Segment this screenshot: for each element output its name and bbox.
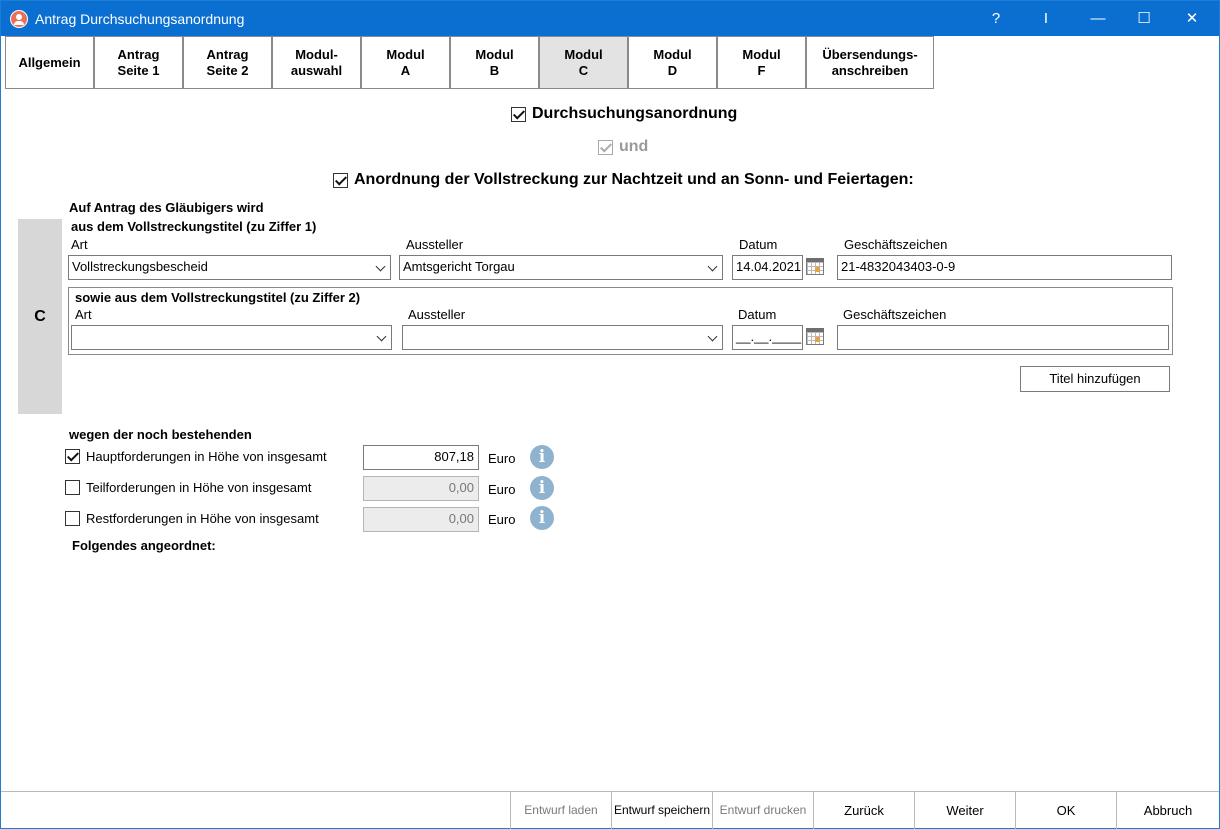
text-cursor-icon: I — [1043, 10, 1049, 27]
module-side-label: C — [18, 219, 62, 414]
window-title: Antrag Durchsuchungsanordnung — [35, 11, 245, 27]
weiter-button[interactable]: Weiter — [914, 792, 1015, 829]
durchsuchung-checkbox[interactable] — [511, 107, 526, 122]
geschaeftszeichen-label-2: Geschäftszeichen — [843, 307, 947, 322]
geschaeftszeichen-label-1: Geschäftszeichen — [844, 237, 948, 252]
help-button[interactable]: ? — [973, 1, 1019, 36]
zurueck-button[interactable]: Zurück — [813, 792, 914, 829]
datum-input-1[interactable]: 14.04.2021 — [732, 255, 803, 280]
tab-modul-d[interactable]: Modul D — [628, 36, 717, 89]
info-icon[interactable]: i — [530, 476, 554, 500]
tab-modulauswahl[interactable]: Modul- auswahl — [272, 36, 361, 89]
chevron-down-icon — [376, 331, 387, 342]
restforderungen-label: Restforderungen in Höhe von insgesamt — [86, 511, 319, 526]
aussteller-value-1: Amtsgericht Torgau — [403, 259, 515, 274]
art-label-2: Art — [75, 307, 92, 322]
info-icon[interactable]: i — [530, 506, 554, 530]
intro-text: Auf Antrag des Gläubigers wird — [69, 200, 264, 215]
teilforderungen-unit: Euro — [488, 482, 516, 497]
tab-antrag-seite-2[interactable]: Antrag Seite 2 — [183, 36, 272, 89]
chevron-down-icon — [375, 261, 386, 272]
title-bar: Antrag Durchsuchungsanordnung ? I — ☐ ✕ — [1, 1, 1219, 36]
und-checkbox — [598, 140, 613, 155]
geschaeftszeichen-input-2[interactable] — [837, 325, 1169, 350]
hauptforderungen-label: Hauptforderungen in Höhe von insgesamt — [86, 449, 327, 464]
hauptforderungen-unit: Euro — [488, 451, 516, 466]
art-select-1[interactable]: Vollstreckungsbescheid — [68, 255, 391, 280]
aussteller-select-1[interactable]: Amtsgericht Torgau — [399, 255, 723, 280]
ok-button[interactable]: OK — [1015, 792, 1116, 829]
tab-antrag-seite-1[interactable]: Antrag Seite 1 — [94, 36, 183, 89]
teilforderungen-label: Teilforderungen in Höhe von insgesamt — [86, 480, 312, 495]
tab-modul-b[interactable]: Modul B — [450, 36, 539, 89]
entwurf-speichern-button[interactable]: Entwurf speichern — [611, 792, 712, 829]
aussteller-select-2[interactable] — [402, 325, 723, 350]
art-value-1: Vollstreckungsbescheid — [72, 259, 208, 274]
anordnung-checkbox[interactable] — [333, 173, 348, 188]
hauptforderungen-checkbox[interactable] — [65, 449, 80, 464]
restforderungen-unit: Euro — [488, 512, 516, 527]
datum-label-2: Datum — [738, 307, 777, 322]
titel1-heading: aus dem Vollstreckungstitel (zu Ziffer 1… — [71, 219, 317, 234]
und-label: und — [619, 138, 649, 155]
restforderungen-checkbox[interactable] — [65, 511, 80, 526]
minimize-button[interactable]: — — [1075, 1, 1121, 36]
close-button[interactable]: ✕ — [1169, 1, 1215, 36]
durchsuchung-label: Durchsuchungsanordnung — [532, 105, 738, 122]
tab-allgemein[interactable]: Allgemein — [5, 36, 94, 89]
art-label-1: Art — [71, 237, 88, 252]
folgendes-angeordnet: Folgendes angeordnet: — [72, 538, 216, 553]
restforderungen-input: 0,00 — [363, 507, 479, 532]
aussteller-label-2: Aussteller — [408, 307, 466, 322]
hauptforderungen-input[interactable]: 807,18 — [363, 445, 479, 470]
abbruch-button[interactable]: Abbruch — [1116, 792, 1219, 829]
titel2-heading: sowie aus dem Vollstreckungstitel (zu Zi… — [75, 290, 361, 305]
calendar-icon[interactable] — [804, 256, 826, 278]
tab-modul-a[interactable]: Modul A — [361, 36, 450, 89]
teilforderungen-checkbox[interactable] — [65, 480, 80, 495]
geschaeftszeichen-input-1[interactable]: 21-4832043403-0-9 — [837, 255, 1172, 280]
teilforderungen-input: 0,00 — [363, 476, 479, 501]
maximize-button[interactable]: ☐ — [1121, 1, 1167, 36]
chevron-down-icon — [707, 261, 718, 272]
entwurf-drucken-button[interactable]: Entwurf drucken — [712, 792, 813, 829]
anordnung-label: Anordnung der Vollstreckung zur Nachtzei… — [354, 171, 914, 188]
calendar-icon[interactable] — [804, 326, 826, 348]
aussteller-label-1: Aussteller — [406, 237, 464, 252]
datum-input-2[interactable]: __.__.____ — [732, 325, 803, 350]
app-user-icon — [10, 10, 28, 28]
dialog-window: Antrag Durchsuchungsanordnung ? I — ☐ ✕ … — [0, 0, 1220, 829]
forderungen-heading: wegen der noch bestehenden — [69, 427, 252, 442]
tab-modul-f[interactable]: Modul F — [717, 36, 806, 89]
art-select-2[interactable] — [71, 325, 392, 350]
titel-hinzufuegen-button[interactable]: Titel hinzufügen — [1020, 366, 1170, 392]
tab-uebersendungsanschreiben[interactable]: Übersendungs- anschreiben — [806, 36, 934, 89]
datum-label-1: Datum — [739, 237, 778, 252]
entwurf-laden-button[interactable]: Entwurf laden — [510, 792, 611, 829]
chevron-down-icon — [707, 331, 718, 342]
info-icon[interactable]: i — [530, 445, 554, 469]
footer-bar: Entwurf laden Entwurf speichern Entwurf … — [1, 791, 1219, 829]
tab-modul-c[interactable]: Modul C — [539, 36, 628, 89]
